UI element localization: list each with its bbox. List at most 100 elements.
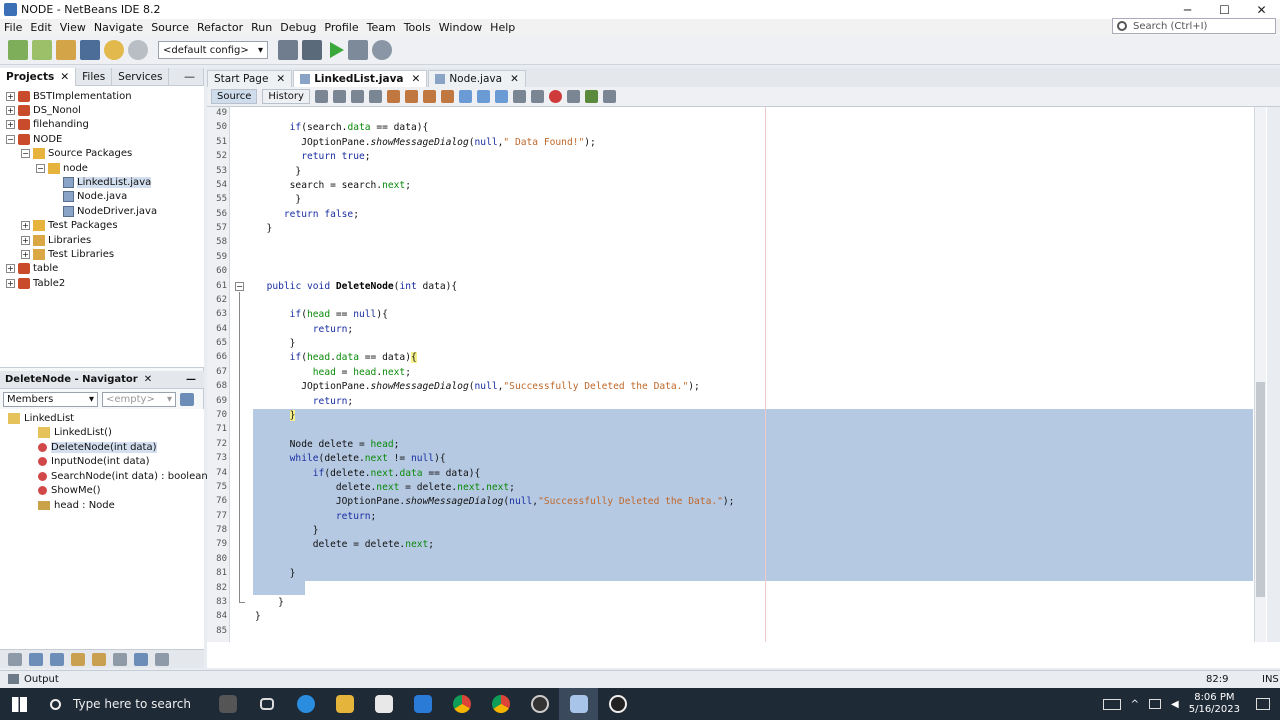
menu-source[interactable]: Source	[147, 21, 193, 34]
menu-debug[interactable]: Debug	[276, 21, 320, 34]
filter-sort-name-icon[interactable]	[134, 652, 148, 666]
navigator-filter-dropdown[interactable]: <empty> ▾	[102, 391, 176, 407]
file-explorer-app[interactable]	[325, 688, 364, 720]
close-icon[interactable]: ✕	[144, 374, 152, 385]
media-player-app[interactable]	[598, 688, 637, 720]
collapse-icon[interactable]: −	[36, 163, 45, 173]
editor-tab[interactable]: LinkedList.java ✕	[293, 70, 428, 87]
tree-item[interactable]: + filehanding	[6, 118, 89, 132]
chevron-up-icon[interactable]: ^	[1131, 699, 1139, 710]
editor-vertical-scrollbar[interactable]	[1254, 107, 1266, 667]
filter-nonpublic-icon[interactable]	[50, 652, 64, 666]
members-dropdown[interactable]: Members ▾	[3, 391, 98, 407]
filter-fields-icon[interactable]	[8, 652, 22, 666]
obs-app[interactable]	[520, 688, 559, 720]
close-icon[interactable]: ✕	[510, 73, 519, 85]
back-icon[interactable]	[332, 90, 346, 103]
tree-item[interactable]: NodeDriver.java	[51, 204, 157, 218]
shift-left-icon[interactable]	[512, 90, 526, 103]
build-hammer-icon[interactable]	[278, 40, 298, 60]
editor-tab[interactable]: Node.java ✕	[428, 70, 526, 87]
task-view-app[interactable]	[247, 688, 286, 720]
menu-view[interactable]: View	[56, 21, 90, 34]
close-icon[interactable]: ✕	[412, 73, 421, 85]
profile-icon[interactable]	[372, 40, 392, 60]
chrome-profile-app[interactable]	[481, 688, 520, 720]
filter-inherited-icon[interactable]	[92, 652, 106, 666]
menu-navigate[interactable]: Navigate	[90, 21, 147, 34]
tree-item[interactable]: LinkedList.java	[51, 175, 152, 189]
tab-projects[interactable]: Projects ✕	[0, 67, 77, 86]
navigator-item[interactable]: LinkedList	[8, 411, 74, 425]
collapse-icon[interactable]: −	[6, 134, 15, 144]
tree-item[interactable]: + Table2	[6, 276, 65, 290]
expand-icon[interactable]: +	[21, 249, 30, 259]
expand-icon[interactable]: +	[6, 91, 15, 101]
close-icon[interactable]: ✕	[276, 73, 285, 85]
find-icon[interactable]	[368, 90, 382, 103]
filter-inner-icon[interactable]	[71, 652, 85, 666]
shift-right-icon[interactable]	[530, 90, 544, 103]
maximize-button[interactable]: ☐	[1206, 0, 1243, 19]
expand-icon[interactable]: +	[6, 120, 15, 130]
scrollbar-thumb[interactable]	[1256, 382, 1265, 597]
tree-item[interactable]: + DS_Nonol	[6, 103, 81, 117]
last-edit-icon[interactable]	[314, 90, 328, 103]
tree-item[interactable]: − NODE	[6, 132, 62, 146]
new-file-icon[interactable]	[32, 40, 52, 60]
tree-item[interactable]: + Libraries	[21, 233, 91, 247]
tree-item[interactable]: Node.java	[51, 190, 127, 204]
menu-team[interactable]: Team	[363, 21, 400, 34]
uncomment-icon[interactable]	[602, 90, 616, 103]
menu-tools[interactable]: Tools	[400, 21, 435, 34]
find-next-icon[interactable]	[404, 90, 418, 103]
tree-item[interactable]: + BSTImplementation	[6, 89, 132, 103]
tree-item[interactable]: − Source Packages	[21, 147, 132, 161]
filter-static-icon[interactable]	[29, 652, 43, 666]
netbeans-app[interactable]	[559, 688, 598, 720]
minimize-panel-icon[interactable]: —	[184, 70, 195, 83]
close-button[interactable]: ✕	[1243, 0, 1280, 19]
ide-search-box[interactable]: Search (Ctrl+I)	[1112, 18, 1276, 34]
new-project-icon[interactable]	[8, 40, 28, 60]
menu-run[interactable]: Run	[247, 21, 276, 34]
tree-item[interactable]: + Test Packages	[21, 219, 118, 233]
expand-icon[interactable]: +	[21, 235, 30, 245]
tree-item[interactable]: + Test Libraries	[21, 247, 114, 261]
menu-help[interactable]: Help	[486, 21, 519, 34]
editor-tab[interactable]: Start Page ✕	[207, 70, 293, 87]
toggle-rectangle-icon[interactable]	[440, 90, 454, 103]
next-bookmark-icon[interactable]	[476, 90, 490, 103]
menu-profile[interactable]: Profile	[320, 21, 362, 34]
config-dropdown[interactable]: <default config> ▾	[158, 41, 268, 59]
minimize-panel-icon[interactable]: —	[186, 374, 196, 385]
run-icon[interactable]	[330, 42, 344, 58]
navigator-item[interactable]: SearchNode(int data) : boolean	[38, 469, 208, 483]
start-macro-icon[interactable]	[548, 90, 562, 103]
edge-app[interactable]	[286, 688, 325, 720]
redo-icon[interactable]	[128, 40, 148, 60]
start-button[interactable]	[0, 688, 38, 720]
minimize-button[interactable]: ─	[1169, 0, 1206, 19]
find-previous-icon[interactable]	[386, 90, 400, 103]
source-view-button[interactable]: Source	[211, 89, 258, 104]
tree-item[interactable]: + table	[6, 262, 58, 276]
navigator-item[interactable]: head : Node	[38, 498, 115, 512]
navigator-item[interactable]: DeleteNode(int data)	[38, 440, 157, 454]
taskbar-search[interactable]: Type here to search	[38, 688, 208, 720]
menu-file[interactable]: File	[0, 21, 26, 34]
navigator-item[interactable]: ShowMe()	[38, 484, 101, 498]
close-icon[interactable]: ✕	[60, 71, 69, 83]
expand-icon[interactable]: +	[6, 278, 15, 288]
keyboard-icon[interactable]	[1102, 698, 1121, 710]
clean-build-icon[interactable]	[302, 40, 322, 60]
code-editor[interactable]: − 49 50 if(search.data == data){51 JOptio…	[207, 107, 1267, 642]
comment-icon[interactable]	[584, 90, 598, 103]
menu-refactor[interactable]: Refactor	[193, 21, 247, 34]
toggle-highlight-icon[interactable]	[422, 90, 436, 103]
open-project-icon[interactable]	[56, 40, 76, 60]
filter-source-icon[interactable]	[155, 652, 169, 666]
toggle-bookmark-icon[interactable]	[494, 90, 508, 103]
menu-edit[interactable]: Edit	[26, 21, 55, 34]
forward-icon[interactable]	[350, 90, 364, 103]
